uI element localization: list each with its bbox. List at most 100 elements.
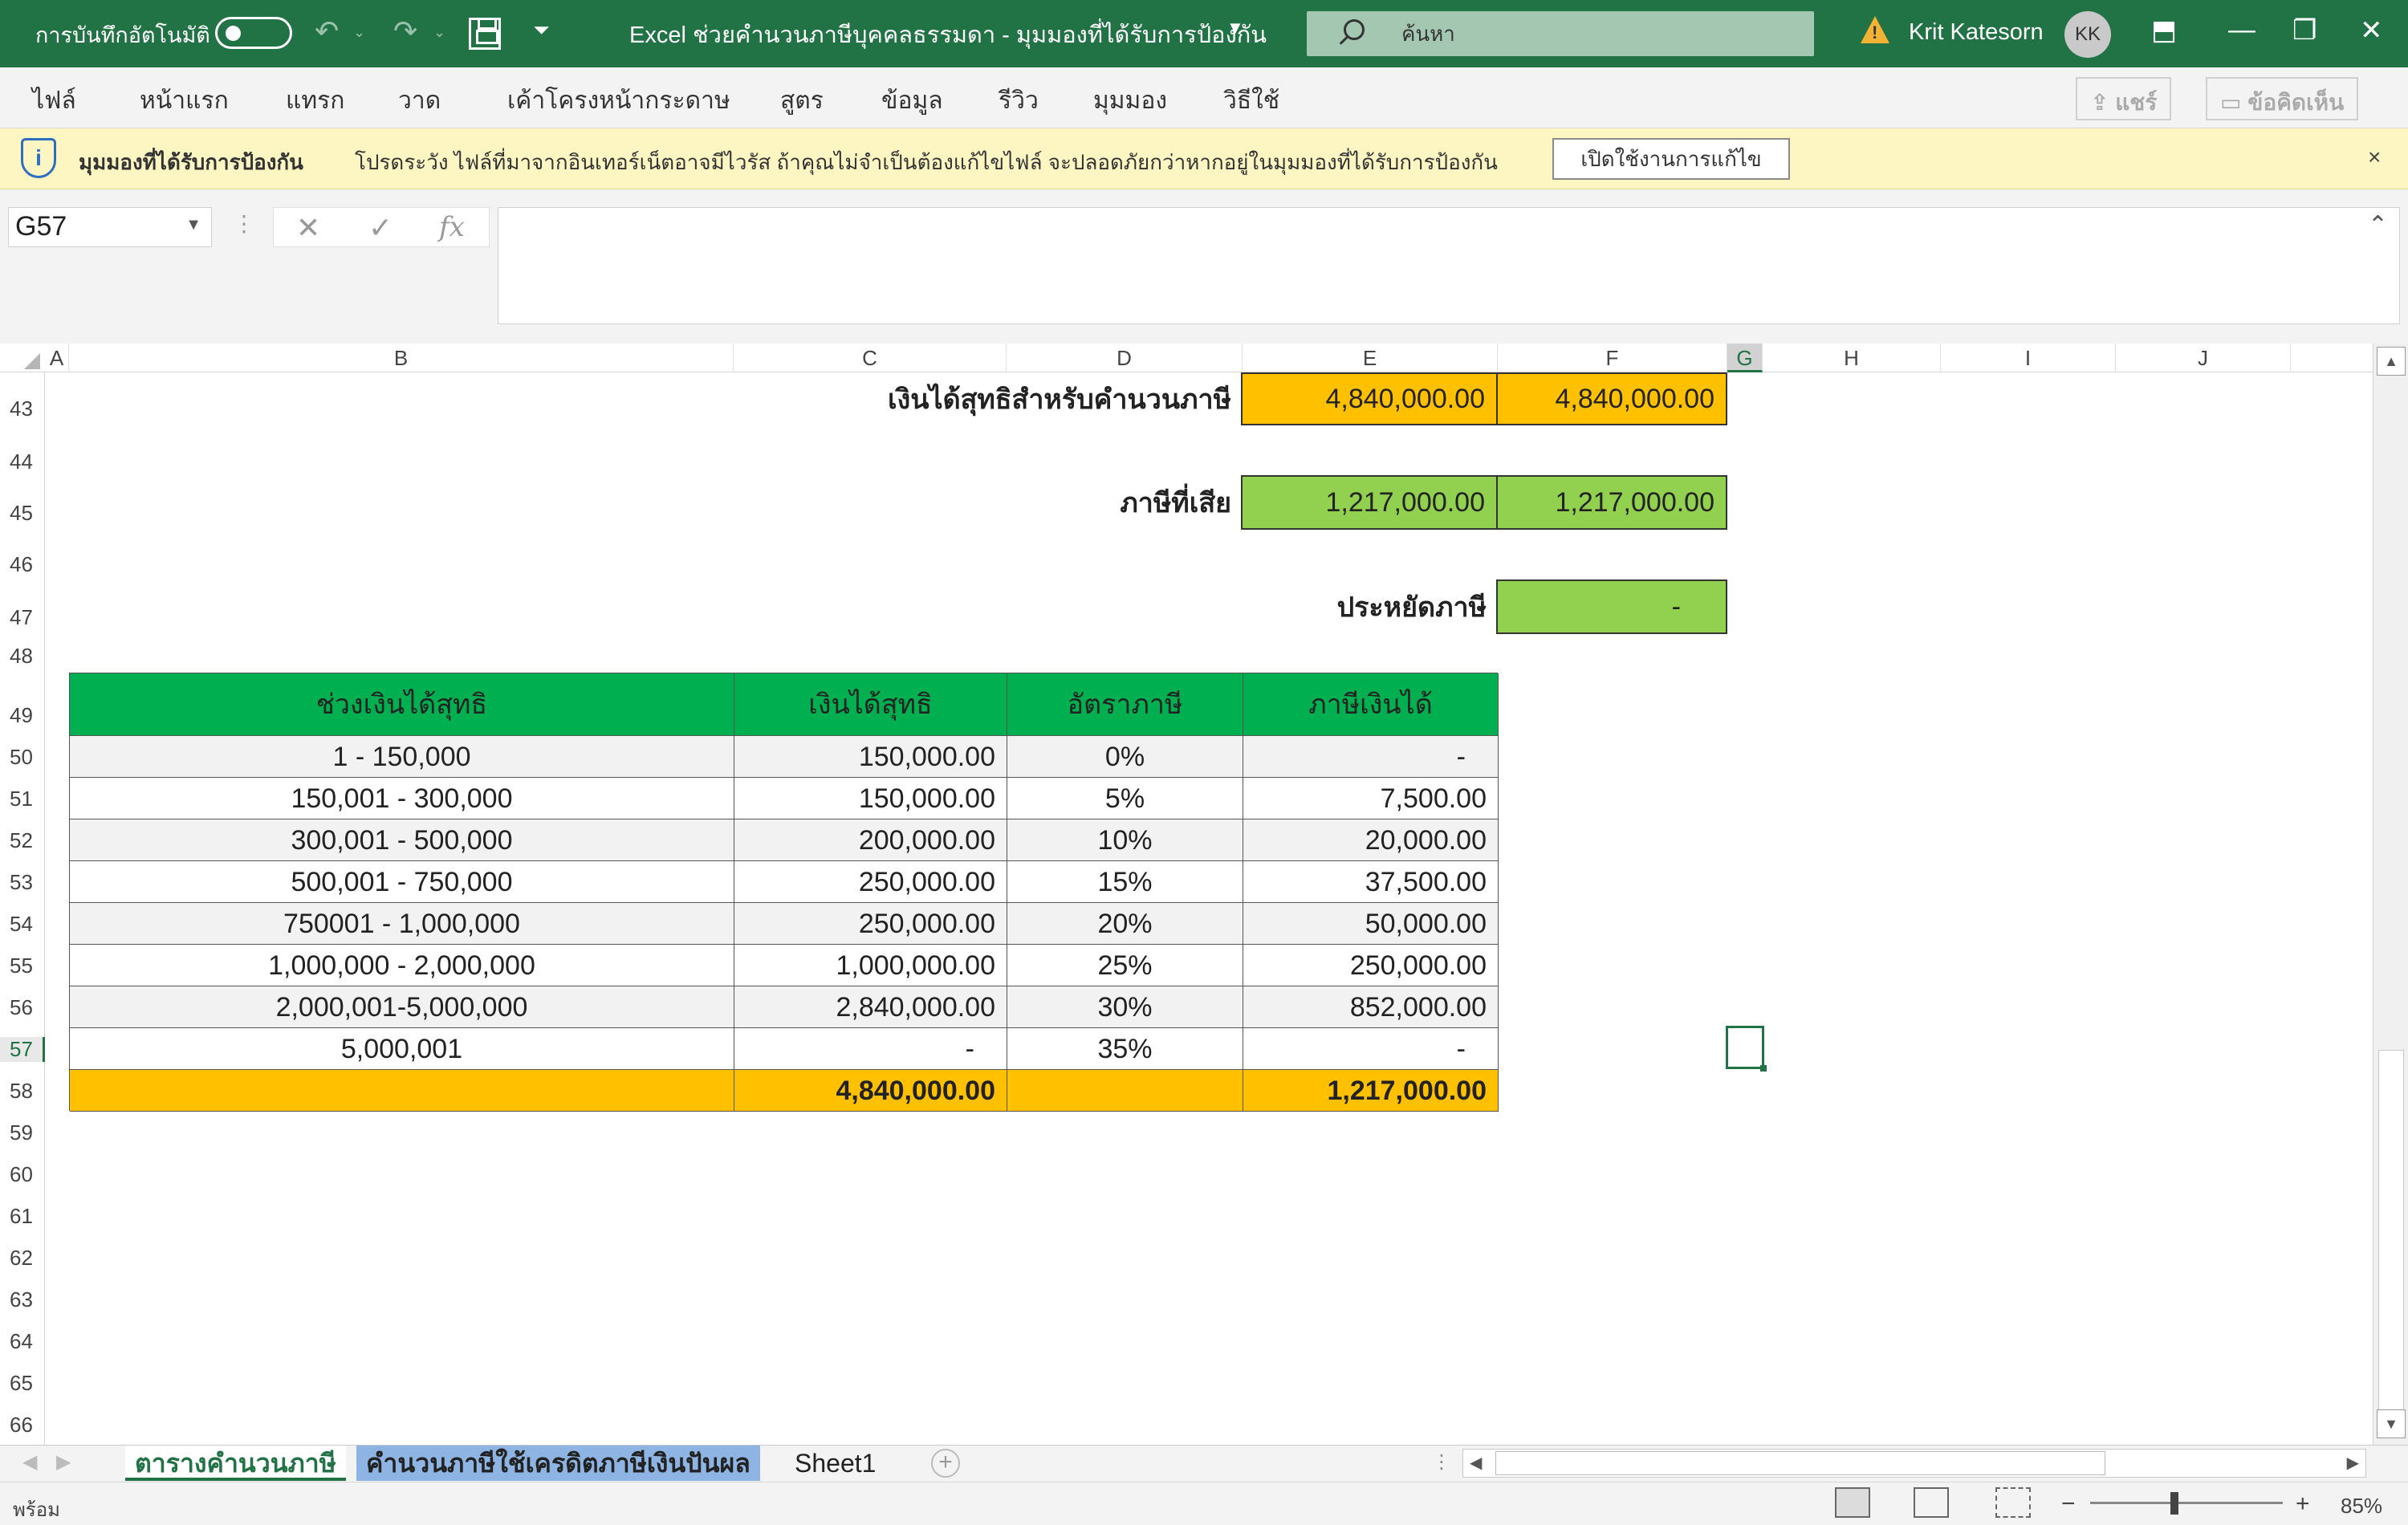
column-header-d[interactable]: D — [1007, 344, 1243, 372]
table-header[interactable]: ภาษีเงินได้ — [1243, 673, 1499, 736]
column-header-b[interactable]: B — [69, 344, 734, 372]
column-header-c[interactable]: C — [734, 344, 1007, 372]
table-cell-rate[interactable]: 0% — [1007, 736, 1243, 778]
net-income-f[interactable]: 4,840,000.00 — [1496, 372, 1727, 425]
column-header-e[interactable]: E — [1243, 344, 1498, 372]
tab-help[interactable]: วิธีใช้ — [1223, 82, 1279, 120]
row-header-60[interactable]: 60 — [0, 1162, 45, 1187]
formula-bar-grip-icon[interactable]: ⋮ — [233, 210, 255, 237]
net-income-label[interactable]: เงินได้สุทธิสำหรับคำนวนภาษี — [734, 374, 1243, 425]
table-cell-income[interactable]: 250,000.00 — [734, 903, 1007, 945]
tab-review[interactable]: รีวิว — [999, 82, 1039, 120]
enable-editing-button[interactable]: เปิดใช้งานการแก้ไข — [1552, 138, 1790, 180]
warning-icon[interactable]: ! — [1861, 16, 1889, 43]
select-all-corner[interactable] — [24, 353, 40, 369]
row-header-45[interactable]: 45 — [0, 501, 45, 526]
row-header-55[interactable]: 55 — [0, 954, 45, 978]
row-header-65[interactable]: 65 — [0, 1371, 45, 1396]
row-header-64[interactable]: 64 — [0, 1329, 45, 1354]
table-cell-rate[interactable]: 20% — [1007, 903, 1243, 945]
zoom-out-icon[interactable]: − — [2061, 1490, 2076, 1518]
row-header-54[interactable]: 54 — [0, 912, 45, 937]
table-total-blank[interactable] — [70, 1070, 734, 1112]
row-header-48[interactable]: 48 — [0, 644, 45, 669]
user-name[interactable]: Krit Katesorn — [1909, 19, 2044, 46]
table-cell-rate[interactable]: 5% — [1007, 778, 1243, 819]
table-cell-rate[interactable]: 35% — [1007, 1028, 1243, 1070]
table-cell-income[interactable]: 150,000.00 — [734, 778, 1007, 819]
zoom-level[interactable]: 85% — [2341, 1494, 2382, 1519]
customize-toolbar-icon[interactable]: ⏷ — [533, 18, 550, 43]
undo-dropdown-icon[interactable]: ⌄ — [353, 24, 365, 41]
table-header[interactable]: ช่วงเงินได้สุทธิ — [70, 673, 734, 736]
table-cell-bracket[interactable]: 1,000,000 - 2,000,000 — [70, 945, 734, 986]
minimize-icon[interactable]: — — [2228, 14, 2255, 46]
row-header-66[interactable]: 66 — [0, 1413, 45, 1438]
table-cell-tax[interactable]: 250,000.00 — [1243, 945, 1499, 986]
redo-dropdown-icon[interactable]: ⌄ — [433, 24, 445, 41]
table-cell-income[interactable]: 1,000,000.00 — [734, 945, 1007, 986]
tab-page-layout[interactable]: เค้าโครงหน้ากระดาษ — [507, 82, 730, 120]
prev-sheet-icon[interactable]: ◀ — [22, 1450, 37, 1474]
row-header-46[interactable]: 46 — [0, 552, 45, 577]
row-header-63[interactable]: 63 — [0, 1287, 45, 1312]
row-header-61[interactable]: 61 — [0, 1204, 45, 1229]
table-cell-bracket[interactable]: 500,001 - 750,000 — [70, 861, 734, 903]
sheet-bar-grip-icon[interactable]: ⋮ — [1432, 1450, 1451, 1474]
title-dropdown-icon[interactable]: ▼ — [1226, 18, 1244, 39]
tab-view[interactable]: มุมมอง — [1093, 82, 1167, 120]
confirm-entry-icon[interactable]: ✓ — [368, 211, 393, 245]
tax-paid-e[interactable]: 1,217,000.00 — [1241, 475, 1498, 530]
row-header-58[interactable]: 58 — [0, 1079, 45, 1104]
column-header-a[interactable]: A — [45, 344, 69, 372]
table-total-blank[interactable] — [1007, 1070, 1243, 1112]
scroll-left-icon[interactable]: ◀ — [1470, 1453, 1482, 1473]
close-window-icon[interactable]: ✕ — [2360, 14, 2383, 47]
normal-view-icon[interactable] — [1835, 1487, 1870, 1518]
tab-file[interactable]: ไฟล์ — [32, 82, 76, 120]
table-cell-bracket[interactable]: 150,001 - 300,000 — [70, 778, 734, 819]
table-cell-rate[interactable]: 25% — [1007, 945, 1243, 986]
column-header-g[interactable]: G — [1727, 344, 1763, 372]
insert-function-icon[interactable]: fx — [439, 211, 465, 243]
table-header[interactable]: อัตราภาษี — [1007, 673, 1243, 736]
table-cell-rate[interactable]: 15% — [1007, 861, 1243, 903]
zoom-slider-thumb[interactable] — [2170, 1492, 2178, 1515]
vertical-scrollbar[interactable]: ▲ ▼ — [2373, 344, 2408, 1445]
table-cell-bracket[interactable]: 1 - 150,000 — [70, 736, 734, 778]
ribbon-display-options-icon[interactable]: ⬒ — [2151, 14, 2177, 47]
row-header-50[interactable]: 50 — [0, 745, 45, 770]
formula-input[interactable]: ⌃ — [498, 207, 2400, 324]
autosave-toggle[interactable] — [215, 17, 292, 49]
table-cell-bracket[interactable]: 2,000,001-5,000,000 — [70, 986, 734, 1028]
row-header-44[interactable]: 44 — [0, 449, 45, 474]
table-cell-tax[interactable]: 37,500.00 — [1243, 861, 1499, 903]
net-income-e[interactable]: 4,840,000.00 — [1241, 372, 1498, 425]
column-header-h[interactable]: H — [1763, 344, 1941, 372]
column-header-i[interactable]: I — [1941, 344, 2116, 372]
table-cell-income[interactable]: 2,840,000.00 — [734, 986, 1007, 1028]
row-header-59[interactable]: 59 — [0, 1120, 45, 1145]
comments-button[interactable]: ▭ ข้อคิดเห็น — [2206, 77, 2359, 120]
table-cell-rate[interactable]: 10% — [1007, 819, 1243, 861]
tab-insert[interactable]: แทรก — [286, 82, 344, 120]
next-sheet-icon[interactable]: ▶ — [56, 1450, 71, 1474]
table-cell-income[interactable]: 200,000.00 — [734, 819, 1007, 861]
table-total-income[interactable]: 4,840,000.00 — [734, 1070, 1007, 1112]
scroll-up-icon[interactable]: ▲ — [2377, 347, 2406, 376]
scroll-right-icon[interactable]: ▶ — [2347, 1453, 2359, 1473]
vertical-scroll-thumb[interactable] — [2378, 1050, 2404, 1419]
tax-saving-label[interactable]: ประหยัดภาษี — [1007, 581, 1498, 634]
table-cell-income[interactable]: 250,000.00 — [734, 861, 1007, 903]
tab-data[interactable]: ข้อมูล — [881, 82, 943, 120]
row-header-53[interactable]: 53 — [0, 870, 45, 895]
sheet-tab-sheet1[interactable]: Sheet1 — [785, 1446, 885, 1481]
tax-paid-label[interactable]: ภาษีที่เสีย — [734, 477, 1243, 530]
search-box[interactable] — [1307, 11, 1814, 56]
redo-icon[interactable]: ↷ — [393, 14, 417, 48]
scroll-down-icon[interactable]: ▼ — [2377, 1409, 2406, 1438]
close-message-icon[interactable]: × — [2368, 144, 2381, 170]
name-box[interactable]: G57 ▼ — [8, 207, 212, 247]
sheet-tab-dividend-credit[interactable]: คำนวนภาษีใช้เครดิตภาษีเงินปันผล — [356, 1446, 760, 1481]
table-cell-tax[interactable]: 852,000.00 — [1243, 986, 1499, 1028]
